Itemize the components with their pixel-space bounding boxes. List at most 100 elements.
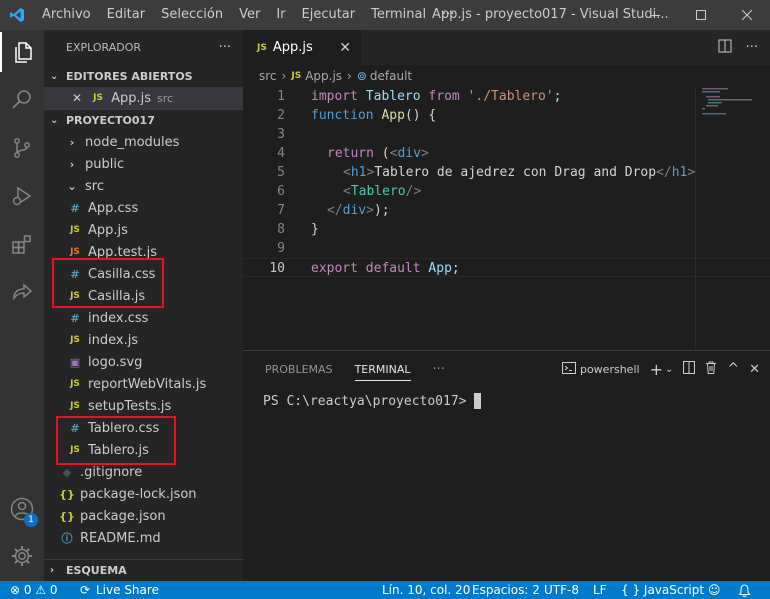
indentation-status[interactable]: Espacios: 2 bbox=[472, 581, 540, 599]
close-editor-icon[interactable]: ✕ bbox=[72, 91, 82, 105]
code-token: div bbox=[342, 203, 367, 218]
explorer-more-icon[interactable]: ··· bbox=[219, 40, 231, 55]
open-editor-app-js[interactable]: ✕ JS App.js src bbox=[44, 87, 243, 109]
code-token: default bbox=[357, 261, 421, 276]
outline-title: ESQUEMA bbox=[66, 564, 127, 577]
json-file-icon: {} bbox=[59, 487, 75, 501]
tree-item-readme[interactable]: ⓘ README.md bbox=[44, 527, 243, 549]
explorer-icon[interactable] bbox=[0, 32, 44, 72]
tree-item-public[interactable]: › public bbox=[44, 153, 243, 175]
menu-ir[interactable]: Ir bbox=[268, 0, 293, 30]
close-window-button[interactable] bbox=[724, 0, 770, 30]
tree-item-label: index.css bbox=[88, 310, 149, 326]
tree-item-label: public bbox=[85, 156, 125, 172]
menu-archivo[interactable]: Archivo bbox=[34, 0, 99, 30]
run-debug-icon[interactable] bbox=[0, 176, 44, 216]
vscode-logo-icon[interactable] bbox=[0, 0, 34, 30]
extensions-icon[interactable] bbox=[0, 224, 44, 264]
eol-status[interactable]: LF bbox=[593, 581, 607, 599]
trash-icon[interactable] bbox=[705, 361, 717, 377]
accounts-icon[interactable]: 1 bbox=[0, 489, 44, 529]
accounts-badge: 1 bbox=[24, 513, 38, 527]
code-token: Tablero bbox=[350, 184, 406, 199]
problems-status[interactable]: ⊗ 0 ⚠ 0 bbox=[10, 581, 58, 599]
project-section[interactable]: ⌄ PROYECTO017 bbox=[44, 109, 243, 131]
tab-app-js[interactable]: JS App.js ✕ bbox=[243, 30, 361, 65]
menu-seleccion[interactable]: Selección bbox=[153, 0, 231, 30]
code-line: 7 </div>); bbox=[243, 201, 770, 220]
menu-editar[interactable]: Editar bbox=[99, 0, 154, 30]
line-number: 6 bbox=[277, 184, 285, 199]
tree-item-app-js[interactable]: JS App.js bbox=[44, 219, 243, 241]
tree-item-app-css[interactable]: # App.css bbox=[44, 197, 243, 219]
code-line: 6 <Tablero/> bbox=[243, 182, 770, 201]
settings-gear-icon[interactable] bbox=[0, 536, 44, 576]
line-number: 1 bbox=[277, 89, 285, 104]
line-number: 10 bbox=[269, 261, 285, 276]
tree-item-label: .gitignore bbox=[80, 464, 143, 480]
code-token: return bbox=[327, 146, 374, 161]
menu-ejecutar[interactable]: Ejecutar bbox=[294, 0, 364, 30]
breadcrumb-symbol[interactable]: default bbox=[370, 69, 412, 83]
tree-item-logo-svg[interactable]: ▣ logo.svg bbox=[44, 351, 243, 373]
code-token: h1 bbox=[350, 165, 367, 180]
breadcrumb-folder[interactable]: src bbox=[259, 69, 277, 83]
tree-item-src[interactable]: ⌄ src bbox=[44, 175, 243, 197]
terminal-icon bbox=[561, 361, 576, 378]
tree-item-node-modules[interactable]: › node_modules bbox=[44, 131, 243, 153]
terminal-shell-name[interactable]: powershell bbox=[580, 363, 640, 376]
code-line: 4 return (<div> bbox=[243, 144, 770, 163]
chevron-right-icon: › bbox=[281, 69, 287, 83]
new-terminal-icon[interactable]: + bbox=[650, 360, 663, 379]
tree-item-index-js[interactable]: JS index.js bbox=[44, 329, 243, 351]
js-file-icon: JS bbox=[70, 225, 80, 235]
open-editors-section[interactable]: ⌄ EDITORES ABIERTOS bbox=[44, 65, 243, 87]
line-number: 4 bbox=[277, 146, 285, 161]
chevron-down-icon[interactable]: ⌄ bbox=[665, 364, 673, 375]
maximize-panel-icon[interactable]: ^ bbox=[727, 361, 739, 377]
tree-item-setup-tests[interactable]: JS setupTests.js bbox=[44, 395, 243, 417]
code-line-current: 10 export default App; bbox=[243, 258, 770, 277]
notifications-bell-icon[interactable] bbox=[738, 581, 751, 599]
split-editor-icon[interactable] bbox=[718, 39, 732, 57]
more-actions-icon[interactable]: ··· bbox=[746, 40, 758, 55]
close-panel-icon[interactable]: ✕ bbox=[749, 362, 760, 377]
menu-terminal[interactable]: Terminal bbox=[363, 0, 434, 30]
close-tab-icon[interactable]: ✕ bbox=[339, 40, 351, 56]
search-icon[interactable] bbox=[0, 80, 44, 120]
cursor-position-status[interactable]: Lín. 10, col. 20 bbox=[382, 581, 470, 599]
code-editor[interactable]: 1 import Tablero from './Tablero'; 2 funct… bbox=[243, 87, 770, 277]
git-file-icon: ◆ bbox=[62, 465, 72, 479]
outline-section[interactable]: › ESQUEMA bbox=[44, 559, 243, 581]
code-token: import bbox=[311, 89, 358, 104]
language-status[interactable]: { } JavaScript bbox=[621, 581, 704, 599]
tree-item-label: package-lock.json bbox=[80, 486, 197, 502]
breadcrumb-file[interactable]: App.js bbox=[305, 69, 342, 83]
maximize-button[interactable] bbox=[678, 0, 724, 30]
js-file-icon: JS bbox=[257, 42, 267, 53]
activity-bar: 1 bbox=[0, 30, 44, 581]
encoding-status[interactable]: UTF-8 bbox=[544, 581, 579, 599]
tab-problems[interactable]: PROBLEMAS bbox=[265, 351, 333, 387]
open-editors-title: EDITORES ABIERTOS bbox=[66, 69, 193, 83]
minimize-button[interactable] bbox=[632, 0, 678, 30]
chevron-down-icon: ⌄ bbox=[67, 179, 77, 193]
tree-item-package-lock[interactable]: {} package-lock.json bbox=[44, 483, 243, 505]
live-share-icon[interactable] bbox=[0, 272, 44, 312]
minimap[interactable] bbox=[695, 87, 765, 350]
tab-terminal[interactable]: TERMINAL bbox=[354, 351, 411, 387]
js-file-icon: JS bbox=[70, 335, 80, 345]
tree-item-label: App.js bbox=[88, 222, 128, 238]
panel-more-icon[interactable]: ··· bbox=[433, 351, 445, 387]
tree-item-label: setupTests.js bbox=[88, 398, 172, 414]
menu-ver[interactable]: Ver bbox=[231, 0, 268, 30]
tree-item-package-json[interactable]: {} package.json bbox=[44, 505, 243, 527]
live-share-icon: ⟳ bbox=[80, 583, 91, 597]
tree-item-report-web-vitals[interactable]: JS reportWebVitals.js bbox=[44, 373, 243, 395]
feedback-icon[interactable]: ☺ bbox=[708, 581, 721, 599]
live-share-status[interactable]: Live Share bbox=[96, 581, 159, 599]
source-control-icon[interactable] bbox=[0, 128, 44, 168]
split-terminal-icon[interactable] bbox=[683, 361, 696, 377]
tree-item-index-css[interactable]: # index.css bbox=[44, 307, 243, 329]
terminal-output[interactable]: PS C:\reactya\proyecto017> bbox=[263, 393, 481, 409]
